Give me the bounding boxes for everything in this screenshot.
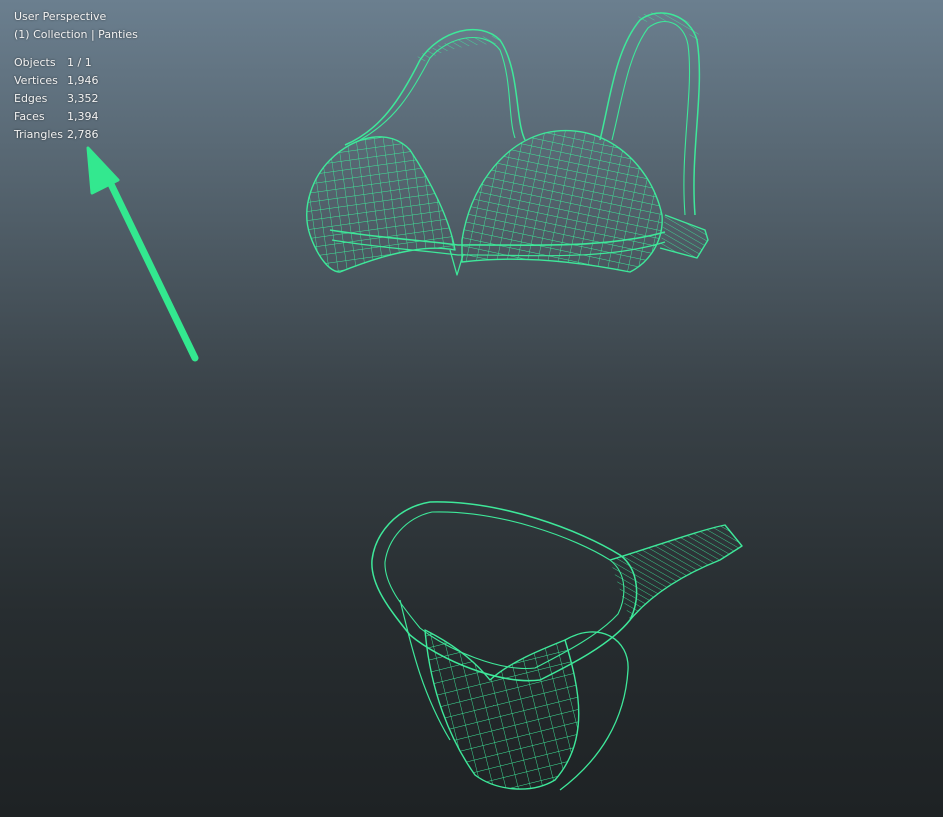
stat-value: 2,786 xyxy=(67,128,99,141)
bra-right-cup xyxy=(461,129,663,273)
collection-label: (1) Collection | Panties xyxy=(14,28,138,41)
panties-waistband xyxy=(371,501,638,682)
stat-value: 3,352 xyxy=(67,92,99,105)
annotation-arrow xyxy=(86,146,199,362)
stat-label: Edges xyxy=(14,92,48,105)
stat-vertices: Vertices 1,946 xyxy=(14,72,138,90)
stat-objects: Objects 1 / 1 xyxy=(14,54,138,72)
viewport-text-overlay: User Perspective (1) Collection | Pantie… xyxy=(14,8,138,144)
stat-label: Faces xyxy=(14,110,45,123)
bra-wireframe[interactable] xyxy=(306,12,709,276)
stat-value: 1,946 xyxy=(67,74,99,87)
panties-side-strap xyxy=(609,524,743,621)
panties-wireframe[interactable] xyxy=(371,501,743,791)
stat-edges: Edges 3,352 xyxy=(14,90,138,108)
stat-label: Triangles xyxy=(14,128,63,141)
stat-faces: Faces 1,394 xyxy=(14,108,138,126)
stat-label: Objects xyxy=(14,56,56,69)
stat-value: 1,394 xyxy=(67,110,99,123)
stat-value: 1 / 1 xyxy=(67,56,92,69)
stat-triangles: Triangles 2,786 xyxy=(14,126,138,144)
viewport-scene[interactable] xyxy=(0,0,943,817)
3d-viewport[interactable]: User Perspective (1) Collection | Pantie… xyxy=(0,0,943,817)
bra-back-hook xyxy=(659,214,709,259)
view-name-label: User Perspective xyxy=(14,10,107,23)
stat-label: Vertices xyxy=(14,74,58,87)
panties-front-panel xyxy=(424,629,580,790)
